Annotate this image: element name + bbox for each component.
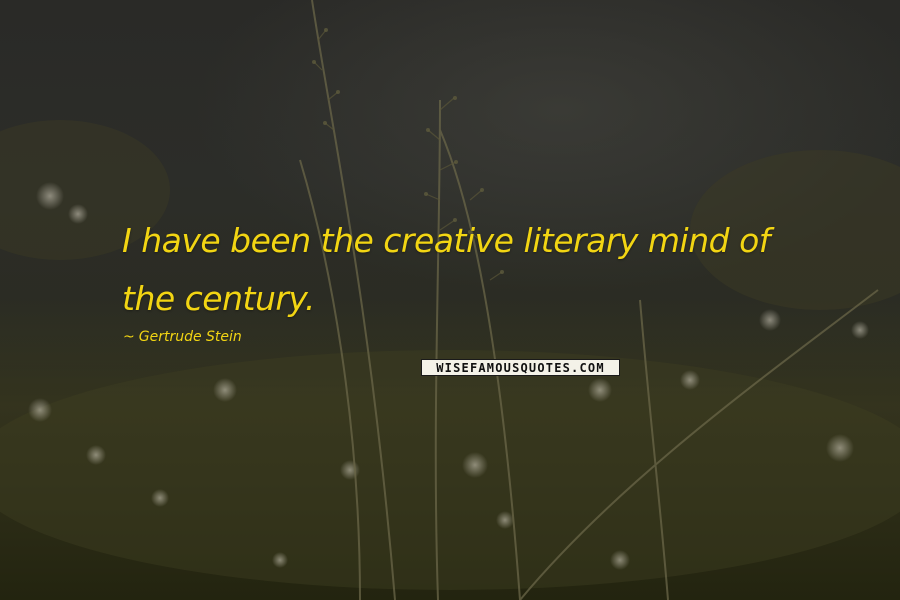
author-attribution: ~ Gertrude Stein (123, 329, 242, 345)
dash-icon: ~ (123, 329, 135, 345)
watermark-badge: WISEFAMOUSQUOTES.COM (421, 359, 620, 376)
quote-card: I have been the creative literary mind o… (0, 0, 900, 600)
watermark-text: WISEFAMOUSQUOTES.COM (436, 360, 605, 375)
quote-text: I have been the creative literary mind o… (122, 221, 770, 318)
author-name: Gertrude Stein (138, 329, 242, 345)
